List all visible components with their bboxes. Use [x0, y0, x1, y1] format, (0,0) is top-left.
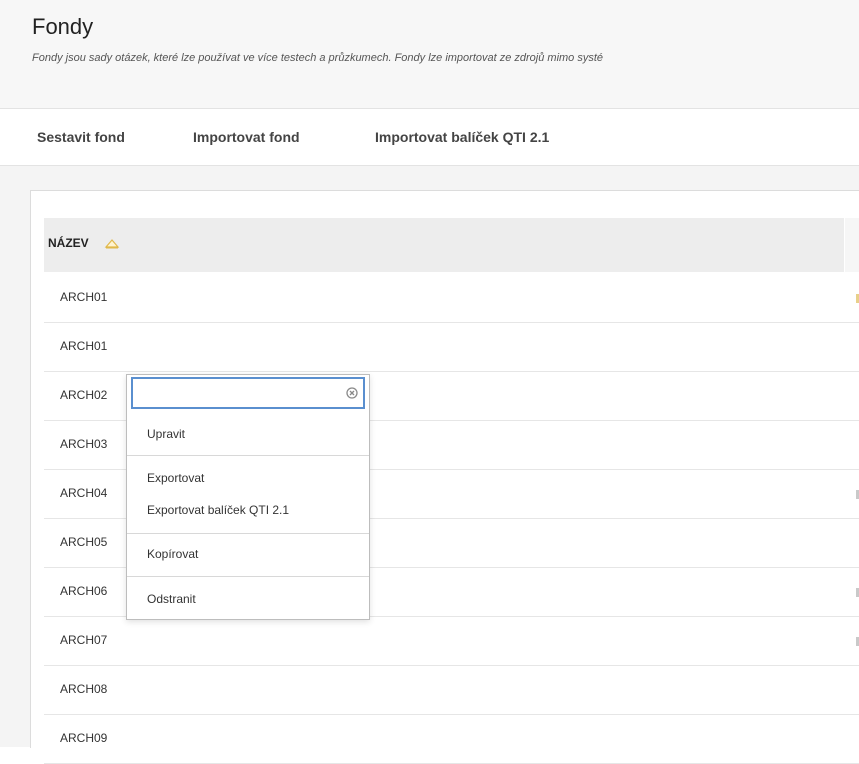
page-title: Fondy: [32, 14, 94, 39]
menu-separator: [127, 576, 369, 577]
table-header-row: [44, 218, 844, 272]
menu-item-edit[interactable]: Upravit: [147, 427, 185, 441]
pool-name[interactable]: ARCH02: [60, 388, 107, 402]
pool-name[interactable]: ARCH07: [60, 633, 107, 647]
clear-icon[interactable]: [346, 387, 358, 399]
table-row[interactable]: ARCH08: [44, 666, 859, 715]
header-divider: [0, 108, 859, 109]
table-row[interactable]: ARCH07: [44, 617, 859, 666]
table-row[interactable]: ARCH01: [44, 323, 859, 372]
pool-name[interactable]: ARCH01: [60, 290, 107, 304]
menu-item-copy[interactable]: Kopírovat: [147, 547, 198, 561]
menu-separator: [127, 533, 369, 534]
sort-ascending-icon[interactable]: [104, 237, 120, 249]
pool-name[interactable]: ARCH01: [60, 339, 107, 353]
pool-name[interactable]: ARCH03: [60, 437, 107, 451]
table-row[interactable]: ARCH09: [44, 715, 859, 764]
table-row[interactable]: ARCH01: [44, 274, 859, 323]
menu-item-export-qti[interactable]: Exportovat balíček QTI 2.1: [147, 503, 289, 517]
menu-separator: [127, 455, 369, 456]
pool-name[interactable]: ARCH08: [60, 682, 107, 696]
column-header-name[interactable]: NÁZEV: [48, 236, 89, 250]
import-pool-button[interactable]: Importovat fond: [193, 129, 300, 145]
import-qti-package-button[interactable]: Importovat balíček QTI 2.1: [375, 129, 549, 145]
pool-name[interactable]: ARCH09: [60, 731, 107, 745]
table-header-extra-cell: [845, 218, 859, 272]
menu-item-delete[interactable]: Odstranit: [147, 592, 196, 606]
pool-name[interactable]: ARCH05: [60, 535, 107, 549]
menu-item-export[interactable]: Exportovat: [147, 471, 204, 485]
page-header: Fondy Fondy jsou sady otázek, které lze …: [0, 0, 859, 108]
pool-name[interactable]: ARCH04: [60, 486, 107, 500]
build-pool-button[interactable]: Sestavit fond: [37, 129, 125, 145]
context-menu-search-input[interactable]: [131, 377, 365, 409]
context-menu: Upravit Exportovat Exportovat balíček QT…: [126, 374, 370, 620]
action-toolbar: Sestavit fond Importovat fond Importovat…: [0, 110, 859, 164]
page-description: Fondy jsou sady otázek, které lze použív…: [32, 52, 604, 64]
pool-name[interactable]: ARCH06: [60, 584, 107, 598]
